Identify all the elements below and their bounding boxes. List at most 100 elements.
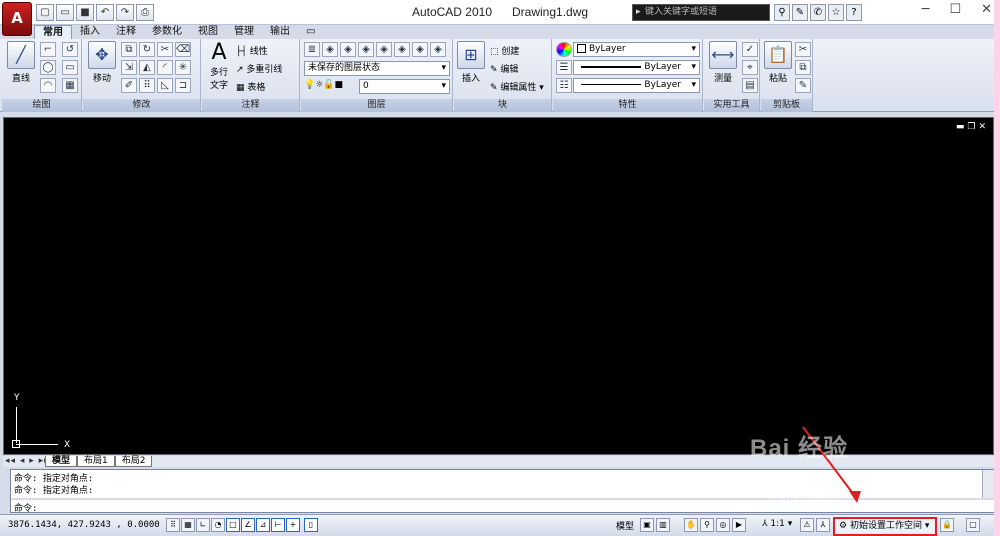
command-prompt[interactable]: 命令:: [14, 501, 37, 514]
stretch-icon[interactable]: ⇲: [121, 60, 137, 75]
layer-toggle-icons[interactable]: 💡☼🔓■: [304, 80, 343, 90]
circle-icon[interactable]: ◯: [40, 60, 56, 75]
create-block-button[interactable]: ⬚ 创建: [490, 44, 519, 57]
erase-icon[interactable]: ⌫: [175, 42, 191, 57]
polar-tracking-icon[interactable]: ◔: [211, 518, 225, 532]
layer-icon-3[interactable]: ◈: [340, 42, 356, 57]
layer-icon-7[interactable]: ◈: [412, 42, 428, 57]
hatch-icon[interactable]: ▦: [62, 78, 78, 93]
select-similar-icon[interactable]: ⌖: [742, 60, 758, 75]
auto-scale-icon[interactable]: ⅄: [816, 518, 830, 532]
tab-home[interactable]: 常用: [34, 25, 72, 39]
ortho-mode-icon[interactable]: ∟: [196, 518, 210, 532]
color-dropdown[interactable]: ByLayer: [573, 42, 700, 57]
edit-attribute-button[interactable]: ✎ 编辑属性 ▾: [490, 80, 544, 93]
offset-icon[interactable]: ⊐: [175, 78, 191, 93]
print-icon[interactable]: ⎙: [136, 4, 154, 21]
mirror-icon[interactable]: ◭: [139, 60, 155, 75]
match-properties-icon[interactable]: ✎: [795, 78, 811, 93]
quick-properties-icon[interactable]: ▯: [304, 518, 318, 532]
layer-icon-5[interactable]: ◈: [376, 42, 392, 57]
tab-output[interactable]: 输出: [262, 25, 298, 39]
trim-icon[interactable]: ✂: [157, 42, 173, 57]
annotation-scale[interactable]: ⅄ 1:1 ▾: [762, 519, 792, 529]
ducs-icon[interactable]: ⊿: [256, 518, 270, 532]
array-icon[interactable]: ⠿: [139, 78, 155, 93]
insert-button[interactable]: ⊞ 插入: [456, 41, 486, 84]
arc-icon[interactable]: ◠: [40, 78, 56, 93]
quick-select-icon[interactable]: ✓: [742, 42, 758, 57]
viewport-minimize-icon[interactable]: ▬: [956, 122, 968, 132]
linear-dim-button[interactable]: ├┤ 线性: [236, 44, 268, 57]
layer-icon-8[interactable]: ◈: [430, 42, 446, 57]
scale-icon[interactable]: ◺: [157, 78, 173, 93]
rotate-icon[interactable]: ↻: [139, 42, 155, 57]
viewport-restore-icon[interactable]: ❐: [967, 122, 978, 132]
tab-insert[interactable]: 插入: [72, 25, 108, 39]
layer-properties-icon[interactable]: ≣: [304, 42, 320, 57]
application-menu-button[interactable]: A: [2, 2, 32, 36]
mleader-button[interactable]: ↗ 多重引线: [236, 62, 282, 75]
redo-icon[interactable]: ↷: [116, 4, 134, 21]
maximize-icon[interactable]: ☐: [949, 2, 961, 17]
model-space-label[interactable]: 模型: [616, 519, 634, 532]
lineweight-toggle-icon[interactable]: +: [286, 518, 300, 532]
layer-state-dropdown[interactable]: 未保存的图层状态: [304, 61, 450, 76]
rectangle-icon[interactable]: ▭: [62, 60, 78, 75]
undo-icon[interactable]: ↶: [96, 4, 114, 21]
communication-icon[interactable]: ✆: [810, 4, 826, 21]
line-button[interactable]: ╱ 直线: [6, 41, 36, 84]
subscription-icon[interactable]: ✎: [792, 4, 808, 21]
new-icon[interactable]: ▢: [36, 4, 54, 21]
layout-nav-arrows[interactable]: ◂◂ ◂ ▸ ▸▸: [5, 456, 50, 467]
paste-button[interactable]: 📋 粘贴: [763, 41, 793, 84]
layout-view-icon-2[interactable]: ▥: [656, 518, 670, 532]
binoculars-icon[interactable]: ⚲: [774, 4, 790, 21]
polyline-icon[interactable]: ⌐: [40, 42, 56, 57]
ribbon-minimize-icon[interactable]: ▭: [298, 25, 323, 39]
command-scrollbar[interactable]: [982, 470, 994, 498]
lineweight-dropdown[interactable]: ByLayer: [573, 78, 700, 93]
grid-display-icon[interactable]: ▦: [181, 518, 195, 532]
showmotion-icon[interactable]: ▶: [732, 518, 746, 532]
layer-icon-4[interactable]: ◈: [358, 42, 374, 57]
copy-icon[interactable]: ⧉: [121, 42, 137, 57]
explode-icon[interactable]: ✳: [175, 60, 191, 75]
help-icon[interactable]: ?: [846, 4, 862, 21]
panel-annotate-label[interactable]: 注释: [202, 99, 299, 112]
brush-icon[interactable]: ✐: [121, 78, 137, 93]
viewport-close-icon[interactable]: ✕: [978, 122, 989, 132]
save-icon[interactable]: ■: [76, 4, 94, 21]
pan-icon[interactable]: ✋: [684, 518, 698, 532]
steering-wheel-icon[interactable]: ◎: [716, 518, 730, 532]
layer-icon-2[interactable]: ◈: [322, 42, 338, 57]
dyn-input-icon[interactable]: ⊢: [271, 518, 285, 532]
linetype-dropdown[interactable]: ByLayer: [573, 60, 700, 75]
tab-model[interactable]: 模型: [45, 456, 78, 467]
osnap-icon[interactable]: □: [226, 518, 240, 532]
panel-clipboard-label[interactable]: 剪贴板: [761, 99, 812, 112]
edit-block-button[interactable]: ✎ 编辑: [490, 62, 518, 75]
snap-mode-icon[interactable]: ⠿: [166, 518, 180, 532]
panel-block-label[interactable]: 块: [454, 99, 551, 112]
otrack-icon[interactable]: ∠: [241, 518, 255, 532]
table-button[interactable]: ▦ 表格: [236, 80, 265, 93]
layer-icon-6[interactable]: ◈: [394, 42, 410, 57]
measure-button[interactable]: ⟷ 测量: [706, 41, 740, 84]
panel-layers-label[interactable]: 图层: [301, 99, 452, 112]
tab-view[interactable]: 视图: [190, 25, 226, 39]
close-icon[interactable]: ✕: [981, 2, 992, 17]
panel-properties-label[interactable]: 特性: [553, 99, 702, 112]
tab-layout1[interactable]: 布局1: [77, 456, 115, 467]
move-button[interactable]: ✥ 移动: [87, 41, 117, 84]
zoom-icon[interactable]: ⚲: [700, 518, 714, 532]
calculator-icon[interactable]: ▤: [742, 78, 758, 93]
open-icon[interactable]: ▭: [56, 4, 74, 21]
tab-layout2[interactable]: 布局2: [114, 456, 153, 467]
tab-parametric[interactable]: 参数化: [144, 25, 190, 39]
drawing-canvas[interactable]: ▬❐✕ Y X: [3, 117, 994, 455]
rotate-arc-icon[interactable]: ↺: [62, 42, 78, 57]
coordinate-readout[interactable]: 3876.1434, 427.9243 , 0.0000: [8, 520, 160, 530]
panel-modify-label[interactable]: 修改: [83, 99, 200, 112]
tab-manage[interactable]: 管理: [226, 25, 262, 39]
